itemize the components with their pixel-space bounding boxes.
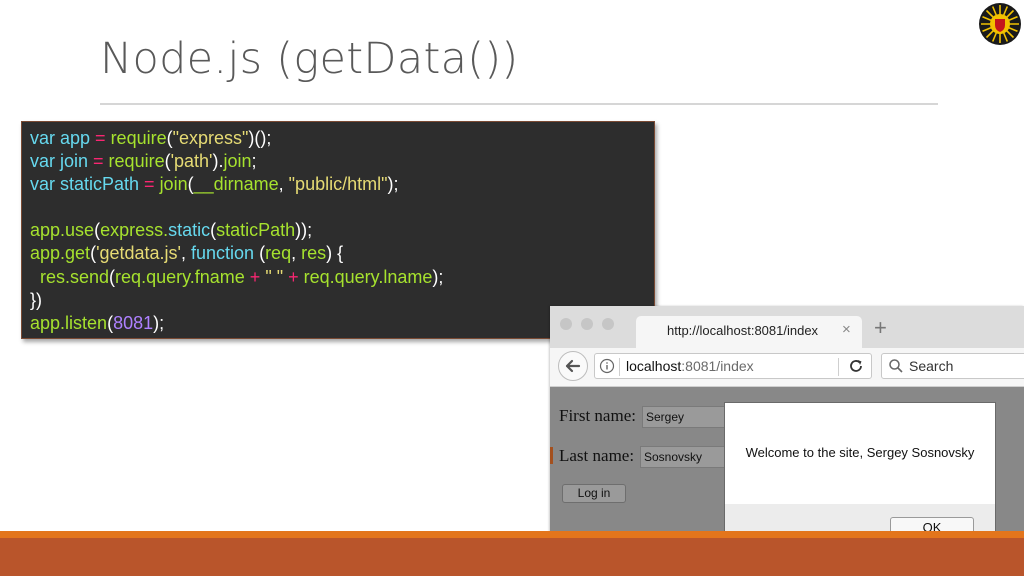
code-line: var join = require('path').join;	[30, 150, 646, 173]
code-token: req.query.lname	[303, 266, 433, 287]
code-token: ,	[291, 243, 302, 264]
code-token: req.query.fname	[115, 266, 250, 287]
code-line: var staticPath = join(__dirname, "public…	[30, 173, 646, 196]
code-token: app.use	[30, 220, 95, 241]
title-divider	[100, 103, 938, 105]
code-token: " "	[265, 266, 289, 287]
code-token: 'path'	[170, 151, 213, 172]
code-token: })	[30, 289, 43, 310]
search-icon	[889, 359, 903, 373]
code-token: var app	[30, 128, 96, 148]
plus-icon[interactable]: +	[874, 315, 887, 341]
first-name-field[interactable]: Sergey	[642, 406, 728, 428]
code-token: =	[144, 174, 160, 195]
code-token: =	[93, 151, 109, 172]
window-maximize-dot[interactable]	[602, 318, 614, 330]
code-token: )();	[248, 128, 272, 148]
code-line: res.send(req.query.fname + " " + req.que…	[30, 266, 646, 289]
window-minimize-dot[interactable]	[581, 318, 593, 330]
code-token: require	[110, 128, 167, 148]
code-token: ,	[278, 174, 289, 195]
code-token: "express"	[172, 128, 249, 148]
code-token: ,	[181, 243, 192, 264]
search-input[interactable]: Search	[881, 353, 1024, 379]
info-icon[interactable]	[599, 358, 615, 374]
code-token: static	[168, 220, 211, 241]
last-name-label: Last name:	[559, 446, 635, 465]
university-seal-icon	[979, 3, 1021, 45]
url-host: localhost	[626, 358, 682, 374]
address-bar[interactable]: localhost:8081/index	[594, 353, 872, 379]
back-arrow-icon	[565, 359, 581, 373]
code-token: var staticPath	[30, 174, 145, 195]
code-token: res	[301, 243, 327, 264]
code-token: +	[249, 266, 266, 287]
code-token: "public/html"	[288, 174, 388, 195]
code-token: join	[223, 151, 252, 172]
tab-title: http://localhost:8081/index	[667, 323, 819, 338]
code-token: );	[387, 174, 399, 195]
code-line: var app = require("express")();	[30, 127, 646, 150]
slide-title: Node.js (getData())	[100, 34, 519, 84]
side-strip	[550, 447, 553, 464]
code-token: +	[288, 266, 304, 287]
browser-tab[interactable]: http://localhost:8081/index ×	[636, 316, 862, 348]
tab-bar: http://localhost:8081/index × +	[550, 306, 1024, 348]
code-token: join	[159, 174, 188, 195]
code-token: res.send	[30, 266, 110, 287]
code-token: function	[191, 243, 260, 264]
code-token: );	[153, 312, 165, 333]
nav-bar: localhost:8081/index Search	[550, 348, 1024, 387]
url-path: :8081/index	[681, 358, 754, 374]
code-token: app.listen	[30, 312, 108, 333]
window-close-dot[interactable]	[560, 318, 572, 330]
code-token: req	[265, 243, 292, 264]
url-divider-right	[838, 358, 839, 376]
code-token: 'getdata.js'	[96, 243, 181, 264]
url-divider	[619, 358, 620, 376]
code-token: express.	[100, 220, 169, 241]
code-token: staticPath	[216, 220, 296, 241]
dialog-message: Welcome to the site, Sergey Sosnovsky	[745, 445, 975, 460]
url-text: localhost:8081/index	[626, 358, 754, 374]
code-line: app.use(express.static(staticPath));	[30, 219, 646, 242]
search-placeholder: Search	[909, 358, 954, 374]
browser-window: http://localhost:8081/index × + localhos…	[550, 306, 1024, 568]
dialog-body: Welcome to the site, Sergey Sosnovsky	[725, 403, 995, 504]
first-name-label: First name:	[559, 406, 636, 425]
code-token: 8081	[113, 312, 154, 333]
footer-band-highlight	[0, 531, 1024, 538]
reload-icon[interactable]	[848, 358, 864, 374]
code-token: __dirname	[193, 174, 279, 195]
code-token: ) {	[326, 243, 344, 264]
code-token: ));	[295, 220, 313, 241]
code-token: ).	[212, 151, 224, 172]
code-token: );	[432, 266, 444, 287]
last-name-field[interactable]: Sosnovsky	[640, 446, 726, 468]
back-button[interactable]	[558, 351, 588, 381]
code-line: app.get('getdata.js', function (req, res…	[30, 242, 646, 265]
code-token: ;	[251, 151, 257, 172]
code-token: require	[108, 151, 165, 172]
login-button[interactable]: Log in	[562, 484, 626, 503]
code-token: var join	[30, 151, 94, 172]
close-icon[interactable]: ×	[842, 321, 851, 338]
code-token: =	[95, 128, 111, 148]
code-token: app.get	[30, 243, 91, 264]
